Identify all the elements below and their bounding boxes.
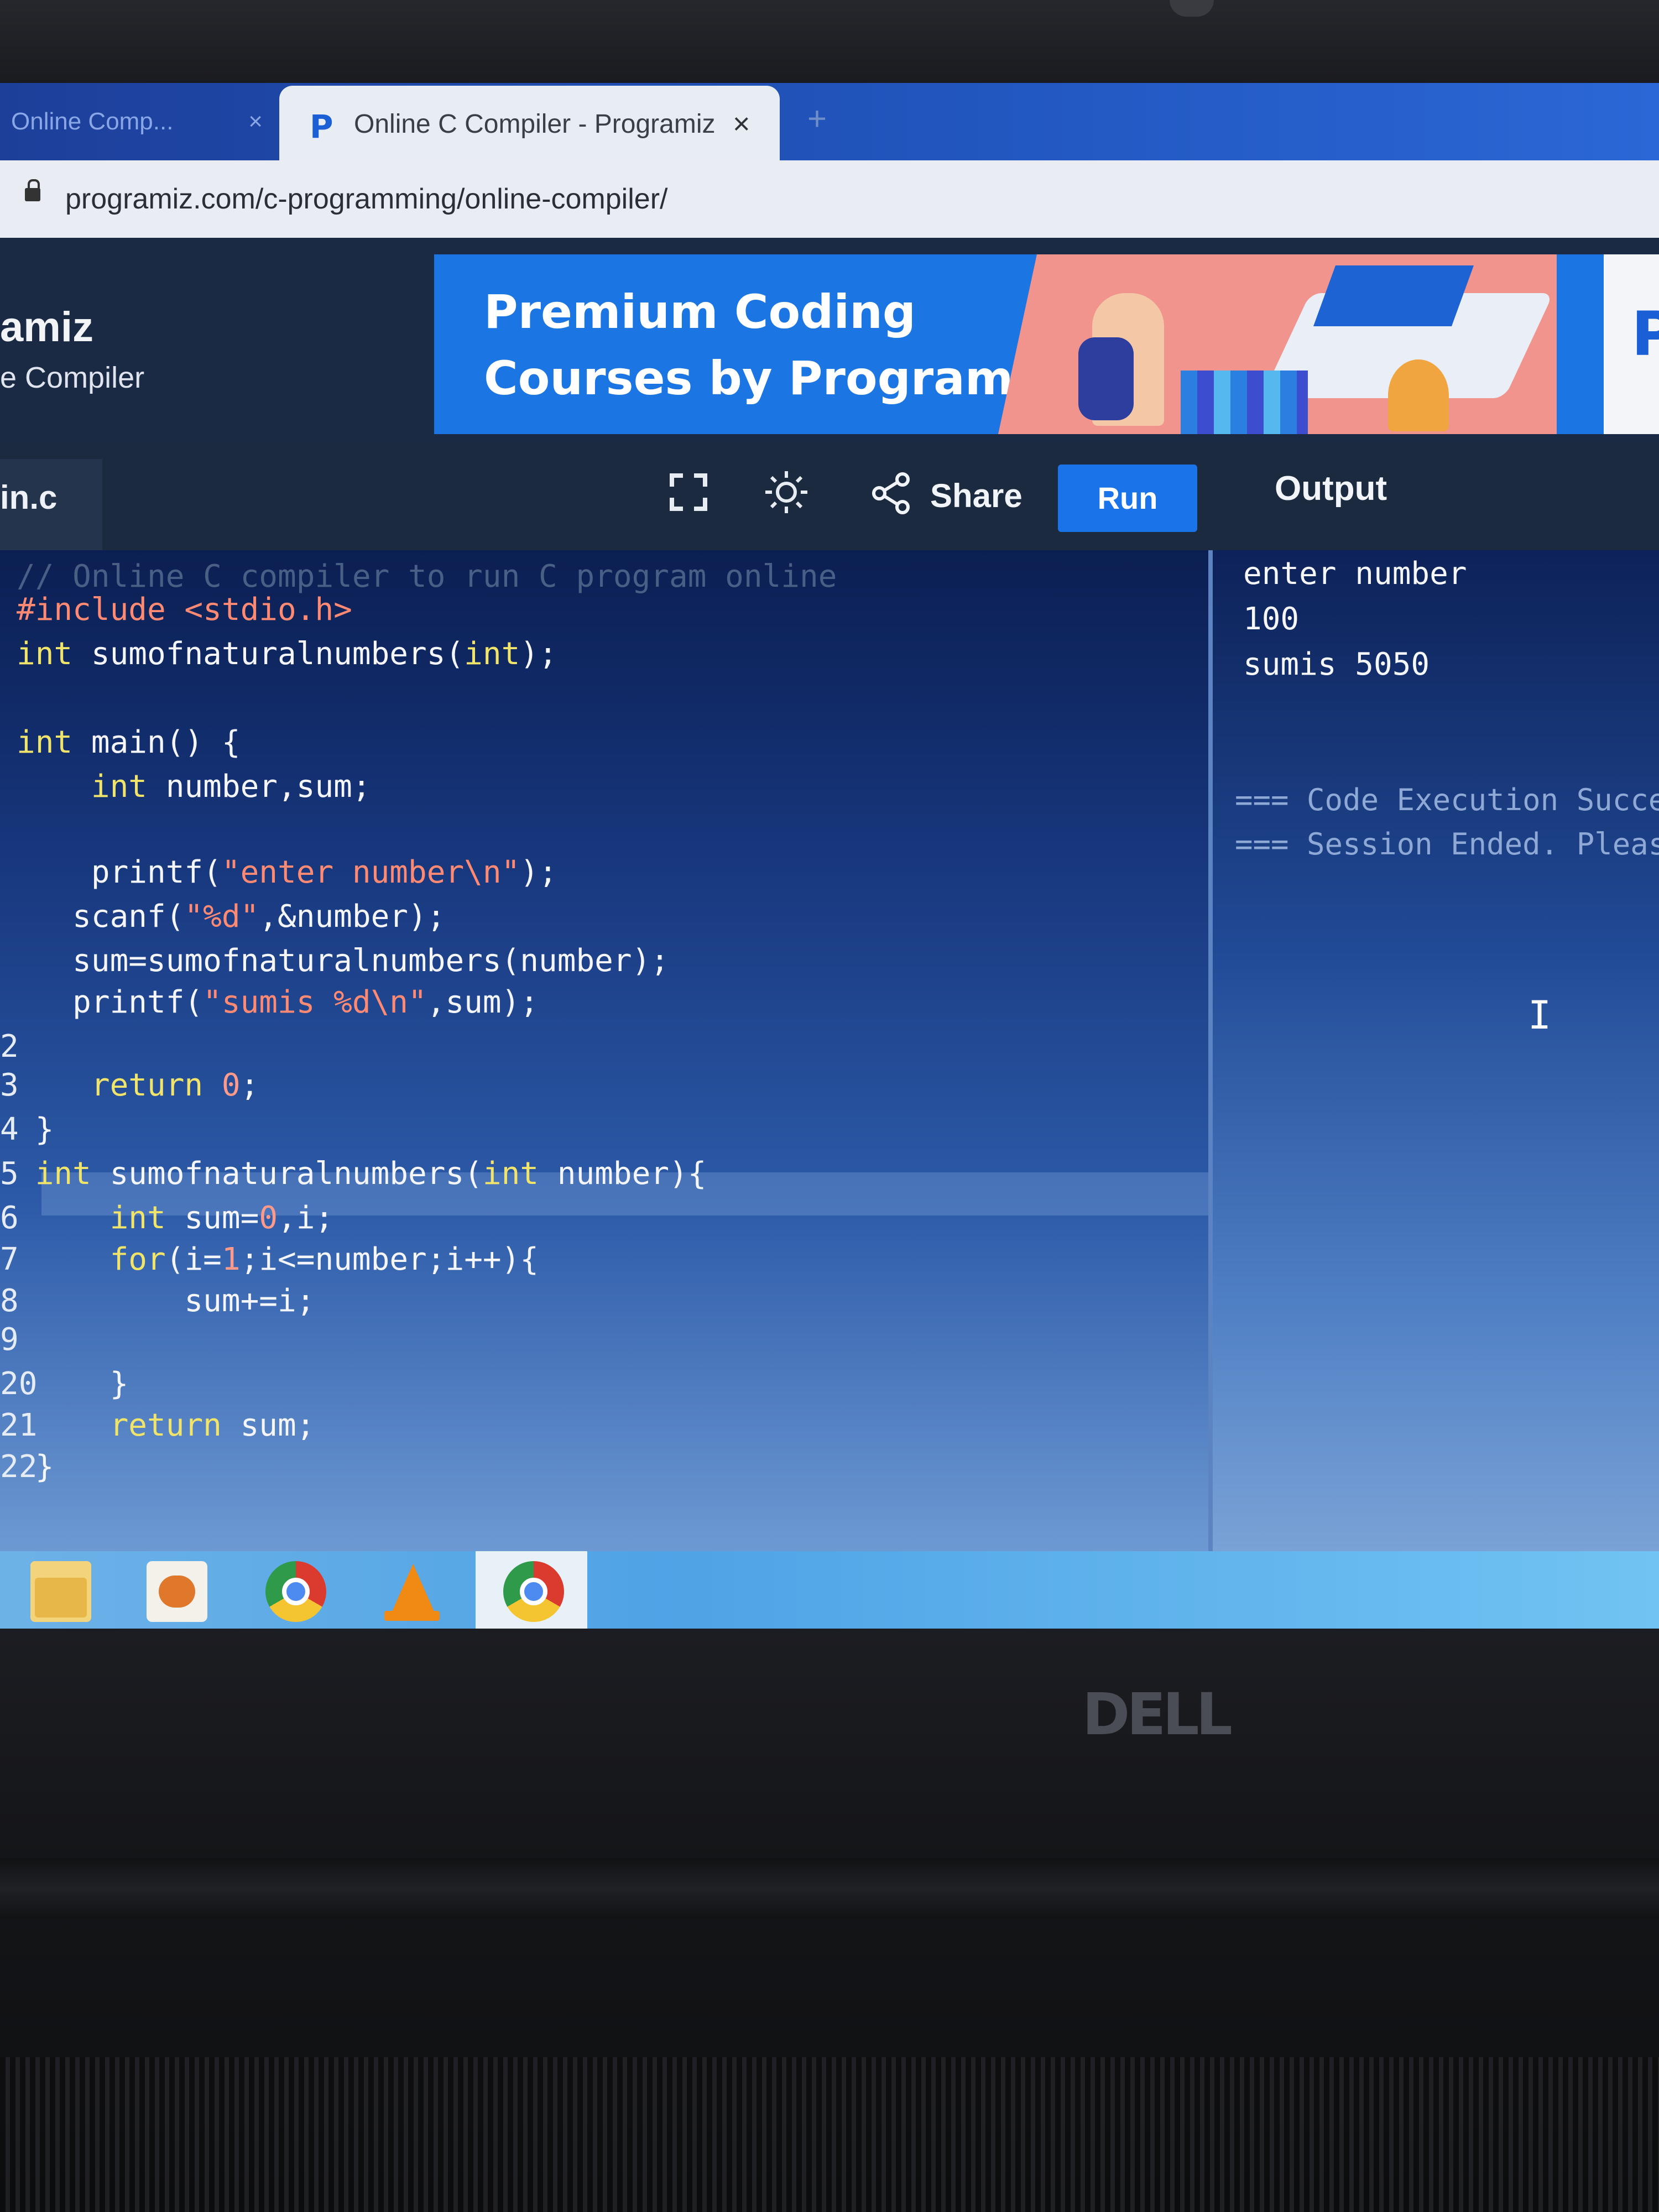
graduation-cap-icon: [1313, 265, 1474, 326]
code-text: int main() {: [17, 724, 241, 760]
laptop-brand-logo: DELL: [1082, 1681, 1233, 1748]
backpack-icon: [1078, 337, 1134, 420]
file-tab-main-c[interactable]: in.c: [0, 459, 102, 550]
url-text[interactable]: programiz.com/c-programming/online-compi…: [65, 182, 667, 216]
code-line[interactable]: 8 sum+=i;: [0, 1283, 1208, 1323]
laptop-hinge: [0, 1858, 1659, 1919]
programiz-favicon-icon: P: [310, 108, 333, 145]
code-line[interactable]: 20 }: [0, 1366, 1208, 1406]
code-line[interactable]: 5 int sumofnaturalnumbers(int number){: [0, 1156, 1208, 1196]
code-line[interactable]: 6 int sum=0,i;: [0, 1200, 1208, 1240]
code-text: #include <stdio.h>: [17, 592, 352, 628]
code-line[interactable]: printf("enter number\n");: [0, 854, 1208, 894]
new-tab-button[interactable]: +: [807, 100, 827, 138]
code-editor[interactable]: // Online C compiler to run C program on…: [0, 550, 1208, 1551]
output-panel[interactable]: enter number 100 sumis 5050 === Code Exe…: [1213, 550, 1659, 1551]
code-line[interactable]: scanf("%d",&number);: [0, 899, 1208, 938]
code-text: for(i=1;i<=number;i++){: [109, 1241, 539, 1277]
share-label: Share: [930, 477, 1022, 514]
banner-headline-line2: Courses by Programiz: [484, 351, 1057, 405]
run-button[interactable]: Run: [1058, 465, 1197, 532]
code-text: }: [17, 1112, 54, 1147]
windows-taskbar: [0, 1551, 1659, 1629]
programiz-logo-icon: P: [1631, 299, 1659, 369]
banner-illustration: [998, 254, 1557, 434]
output-line: enter number: [1243, 556, 1467, 592]
chrome-profile-icon[interactable]: [503, 1561, 564, 1622]
code-line[interactable]: 2: [0, 1029, 1208, 1068]
expand-icon[interactable]: [661, 465, 716, 520]
code-line[interactable]: 7 for(i=1;i<=number;i++){: [0, 1241, 1208, 1281]
share-icon: [872, 472, 910, 514]
webcam: [1170, 0, 1214, 17]
books-icon: [1181, 371, 1308, 434]
site-logo-text[interactable]: amiz: [0, 303, 93, 351]
banner-edge: P: [1604, 254, 1659, 434]
code-line[interactable]: 21 return sum;: [0, 1407, 1208, 1447]
sun-icon-glyph: [765, 471, 807, 513]
session-status-line: === Session Ended. Please: [1235, 827, 1659, 862]
code-text: scanf("%d",&number);: [17, 899, 446, 935]
code-text: }: [17, 1449, 54, 1485]
vlc-icon[interactable]: [384, 1561, 440, 1622]
code-line[interactable]: 22 }: [0, 1449, 1208, 1489]
tab-inactive-close-icon[interactable]: ×: [248, 88, 263, 155]
sun-icon[interactable]: [759, 465, 814, 520]
output-heading: Output: [1275, 469, 1387, 508]
file-explorer-icon[interactable]: [30, 1561, 91, 1622]
laptop-bezel-top: [0, 0, 1659, 83]
tab-inactive[interactable]: Online Comp... ×: [0, 88, 279, 155]
site-subtitle: e Compiler: [0, 361, 145, 394]
banner-headline-line1: Premium Coding: [484, 285, 916, 339]
code-text: sum=sumofnaturalnumbers(number);: [17, 943, 670, 979]
line-number: 9: [0, 1322, 19, 1358]
file-tab-label: in.c: [0, 479, 58, 516]
lock-icon[interactable]: [25, 179, 40, 201]
tab-online-c-compiler[interactable]: P Online C Compiler - Programiz ×: [279, 86, 780, 163]
code-line[interactable]: sum=sumofnaturalnumbers(number);: [0, 943, 1208, 983]
text-cursor-icon: I: [1528, 993, 1552, 1038]
trophy-icon: [1388, 359, 1449, 431]
chrome-icon[interactable]: [265, 1561, 326, 1622]
code-text: sum+=i;: [17, 1283, 315, 1319]
code-line[interactable]: 9: [0, 1322, 1208, 1361]
code-line[interactable]: int number,sum;: [0, 769, 1208, 808]
code-text: int sumofnaturalnumbers(int);: [17, 636, 557, 672]
laptop-screen: Online Comp... × P Online C Compiler - P…: [0, 83, 1659, 1629]
tab-close-icon[interactable]: ×: [733, 107, 750, 141]
code-text: int number,sum;: [91, 769, 371, 805]
site-header: amiz e Compiler Premium Coding Courses b…: [0, 238, 1659, 442]
code-line[interactable]: int main() {: [0, 724, 1208, 764]
speaker-grille: [0, 2057, 1659, 2212]
code-text: printf("enter number\n");: [17, 854, 557, 890]
line-number: 2: [0, 1029, 19, 1065]
code-text: }: [17, 1366, 129, 1402]
code-text: int sumofnaturalnumbers(int number){: [35, 1156, 707, 1192]
expand-icon-glyph: [670, 473, 707, 511]
code-text: int sum=0,i;: [109, 1200, 334, 1236]
promo-banner[interactable]: Premium Coding Courses by Programiz P: [434, 254, 1659, 434]
editor-toolbar: in.c Share Run Output: [0, 442, 1659, 550]
code-text: // Online C compiler to run C program on…: [17, 559, 837, 594]
pictures-icon[interactable]: [147, 1561, 207, 1622]
code-line[interactable]: [0, 813, 1208, 853]
tab-inactive-title: Online Comp...: [11, 108, 174, 135]
code-line[interactable]: int sumofnaturalnumbers(int);: [0, 636, 1208, 676]
code-text: return 0;: [91, 1067, 259, 1103]
code-text: return sum;: [109, 1407, 315, 1443]
code-text: printf("sumis %d\n",sum);: [17, 984, 539, 1020]
code-line[interactable]: [0, 680, 1208, 720]
browser-tab-strip: Online Comp... × P Online C Compiler - P…: [0, 83, 1659, 163]
address-bar[interactable]: programiz.com/c-programming/online-compi…: [0, 160, 1659, 238]
output-line: 100: [1243, 601, 1300, 637]
panel-divider[interactable]: [1208, 550, 1213, 1551]
code-line[interactable]: #include <stdio.h>: [0, 592, 1208, 632]
code-line[interactable]: printf("sumis %d\n",sum);: [0, 984, 1208, 1024]
execution-status-line: === Code Execution Succes: [1235, 782, 1659, 817]
tab-title: Online C Compiler - Programiz: [354, 109, 716, 139]
output-line: sumis 5050: [1243, 646, 1430, 682]
code-line[interactable]: 4 }: [0, 1112, 1208, 1151]
code-line[interactable]: 3 return 0;: [0, 1067, 1208, 1107]
